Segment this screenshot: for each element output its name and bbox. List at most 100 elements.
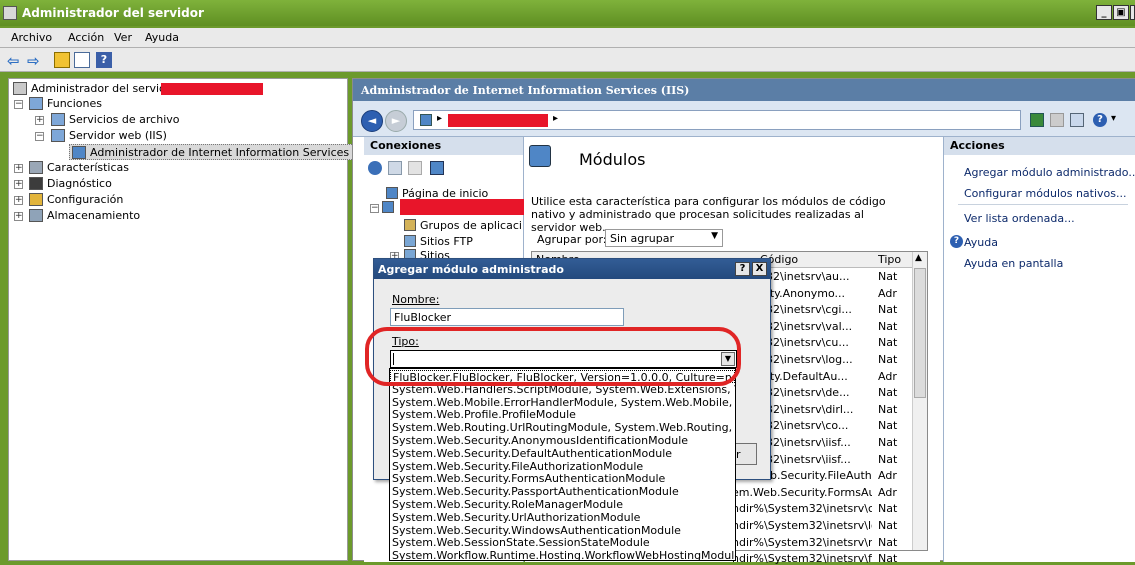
type-option[interactable]: System.Web.Mobile.ErrorHandlerModule, Sy… [392,396,735,409]
delete-connection-icon[interactable] [430,161,444,175]
grid-cell-type[interactable]: Nat [878,270,908,283]
show-hide-tree-icon[interactable] [74,52,90,68]
collapse-server-node[interactable]: − [370,204,379,213]
grid-cell-type[interactable]: Nat [878,336,908,349]
grid-cell-type[interactable]: Nat [878,386,908,399]
nav-back-button[interactable]: ◄ [361,110,383,132]
tree-root[interactable]: Administrador del servidor [13,81,177,97]
dialog-close-button[interactable]: X [752,262,767,276]
conn-app-pools[interactable]: Grupos de aplicaci [404,218,522,234]
configure-native-modules-link[interactable]: Configurar módulos nativos... [964,187,1127,200]
group-by-select[interactable]: Sin agrupar ▼ [605,229,723,247]
type-option[interactable]: System.Web.Security.FormsAuthenticationM… [392,472,665,485]
tree-item-storage[interactable]: Almacenamiento [29,208,140,224]
type-dropdown-list[interactable]: FluBlocker.FluBlocker, FluBlocker, Versi… [389,368,736,561]
type-option[interactable]: System.Web.Security.PassportAuthenticati… [392,485,679,498]
grid-cell-type[interactable]: Nat [878,536,908,549]
grid-cell-type[interactable]: Nat [878,303,908,316]
grid-cell-type[interactable]: Nat [878,320,908,333]
grid-cell-type[interactable]: Adr [878,486,908,499]
scroll-thumb[interactable] [914,268,926,398]
view-ordered-list-link[interactable]: Ver lista ordenada... [964,212,1075,225]
type-option[interactable]: System.Web.Security.AnonymousIdentificat… [392,434,688,447]
address-breadcrumb[interactable]: ▸ ▸ [413,110,1021,130]
minimize-button[interactable]: _ [1096,5,1112,20]
help-dropdown-icon[interactable]: ▾ [1111,113,1116,124]
grid-cell-code[interactable]: ndir%\System32\inetsrv\ca... [732,502,872,515]
grid-cell-code[interactable]: ndir%\System32\inetsrv\re... [732,536,872,549]
type-option[interactable]: System.Web.Security.FileAuthorizationMod… [392,460,643,473]
forward-arrow-icon[interactable]: ⇨ [27,52,43,70]
menu-accion[interactable]: Acción [68,31,104,44]
collapse-funciones[interactable]: − [14,100,23,109]
close-button[interactable] [1130,5,1135,20]
dialog-title-bar[interactable]: Agregar módulo administrado [374,259,770,279]
add-managed-module-link[interactable]: Agregar módulo administrado... [964,166,1135,179]
type-option[interactable]: System.Web.Security.UrlAuthorizationModu… [392,511,640,524]
grid-cell-type[interactable]: Nat [878,502,908,515]
refresh-icon[interactable] [1030,113,1044,127]
grid-cell-code[interactable]: ndir%\System32\inetsrv\filt... [732,552,872,565]
type-option[interactable]: System.Web.SessionState.SessionStateModu… [392,536,650,549]
collapse-servidor-web[interactable]: − [35,132,44,141]
menu-bar: Archivo Acción Ver Ayuda [0,28,1135,48]
type-option[interactable]: System.Web.Profile.ProfileModule [392,408,576,421]
maximize-button[interactable]: ▣ [1113,5,1129,20]
grid-cell-code[interactable]: em.Web.Security.FormsAut... [732,486,872,499]
type-option[interactable]: System.Web.Security.DefaultAuthenticatio… [392,447,672,460]
tree-item-file-services[interactable]: Servicios de archivo [51,112,179,128]
help-icon[interactable]: ? [1093,113,1107,127]
online-help-link[interactable]: Ayuda en pantalla [964,257,1063,270]
type-option[interactable]: System.Workflow.Runtime.Hosting.Workflow… [392,549,735,560]
expand-almacenamiento[interactable]: + [14,212,23,221]
grid-cell-type[interactable]: Nat [878,403,908,416]
tree-item-configuration[interactable]: Configuración [29,192,123,208]
up-icon[interactable] [408,161,422,175]
type-option[interactable]: System.Web.Routing.UrlRoutingModule, Sys… [392,421,735,434]
home-icon[interactable] [1070,113,1084,127]
grid-cell-type[interactable]: Nat [878,419,908,432]
breadcrumb-arrow-icon[interactable]: ▸ [553,113,558,124]
breadcrumb-arrow-icon[interactable]: ▸ [437,113,442,124]
grid-cell-type[interactable]: Adr [878,287,908,300]
dialog-help-button[interactable]: ? [735,262,750,276]
nav-forward-button[interactable]: ► [385,110,407,132]
tree-item-funciones[interactable]: Funciones [29,96,102,112]
tree-item-features[interactable]: Características [29,160,129,176]
expand-configuracion[interactable]: + [14,196,23,205]
type-option[interactable]: System.Web.Security.WindowsAuthenticatio… [392,524,681,537]
grid-cell-type[interactable]: Adr [878,469,908,482]
tree-item-diagnostics[interactable]: Diagnóstico [29,176,112,192]
back-arrow-icon[interactable]: ⇦ [7,52,23,70]
grid-cell-code[interactable]: ndir%\System32\inetsrv\log... [732,519,872,532]
tree-item-label: Configuración [47,193,124,206]
grid-cell-type[interactable]: Adr [878,370,908,383]
menu-ayuda[interactable]: Ayuda [145,31,179,44]
grid-cell-type[interactable]: Nat [878,353,908,366]
tree-item-web-server[interactable]: Servidor web (IIS) [51,128,167,144]
save-icon[interactable] [388,161,402,175]
expand-diagnostico[interactable]: + [14,180,23,189]
connect-icon[interactable] [368,161,382,175]
col-type[interactable]: Tipo [878,253,908,266]
menu-archivo[interactable]: Archivo [11,31,52,44]
grid-cell-type[interactable]: Nat [878,436,908,449]
server-manager-icon [3,6,17,20]
tree-item-iis-manager[interactable]: Administrador de Internet Information Se… [69,144,380,160]
grid-scrollbar[interactable]: ▲ [912,252,927,550]
name-input[interactable]: FluBlocker [390,308,624,326]
menu-ver[interactable]: Ver [114,31,132,44]
up-folder-icon[interactable] [54,52,70,68]
stop-icon[interactable] [1050,113,1064,127]
expand-caracteristicas[interactable]: + [14,164,23,173]
help-link[interactable]: Ayuda [964,236,998,249]
grid-cell-type[interactable]: Nat [878,519,908,532]
grid-cell-type[interactable]: Nat [878,552,908,565]
redacted-breadcrumb [448,114,548,127]
grid-cell-type[interactable]: Nat [878,453,908,466]
scroll-up-icon[interactable]: ▲ [915,253,922,263]
expand-servicios-archivo[interactable]: + [35,116,44,125]
help-icon[interactable]: ? [96,52,112,68]
type-option[interactable]: System.Web.Security.RoleManagerModule [392,498,623,511]
window-title-bar[interactable]: Administrador del servidor [0,0,1135,26]
